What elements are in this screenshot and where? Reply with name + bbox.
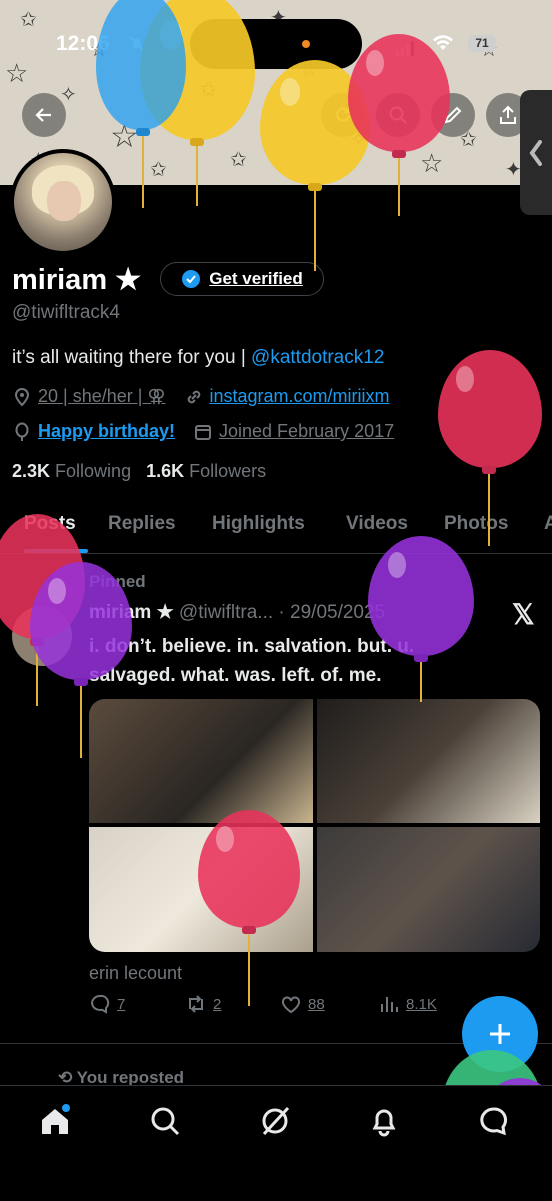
notifications-icon (372, 1109, 396, 1137)
balloon-icon (15, 422, 29, 441)
views-icon (381, 997, 398, 1012)
grok-icon (262, 1106, 290, 1136)
following-count: 2.3K (12, 461, 51, 481)
follow-stats: 2.3K Following 1.6K Followers (12, 461, 266, 482)
balloon-red-1 (346, 34, 456, 216)
nav-grok[interactable] (258, 1104, 292, 1138)
balloon-red-4 (196, 810, 306, 1010)
bio-text: it’s all waiting there for you | (12, 347, 252, 368)
post-handle-date: @tiwifltra... · 29/05/2025 (178, 602, 386, 623)
plus-icon (490, 1024, 510, 1044)
post-media-credit: erin lecount (89, 963, 183, 983)
profile-name: miriam ★ (12, 264, 142, 296)
post-media-grid[interactable] (89, 699, 540, 952)
tab-replies[interactable]: Replies (108, 513, 176, 535)
reply-icon (91, 994, 110, 1014)
birthday-link[interactable]: Happy birthday! (38, 421, 175, 442)
balloon-purple-2 (366, 536, 478, 706)
nav-notifications[interactable] (367, 1104, 401, 1138)
bottom-navigation (0, 1085, 552, 1201)
back-button[interactable] (22, 93, 66, 137)
tab-videos[interactable]: Videos (346, 513, 408, 535)
reply-button[interactable]: 7 (89, 993, 125, 1015)
tab-highlights[interactable]: Highlights (212, 513, 305, 535)
balloon-red-2 (436, 350, 546, 550)
x-logo-icon: 𝕏 (512, 599, 535, 630)
media-photo-2[interactable] (317, 699, 540, 823)
battery-indicator: 71 (468, 35, 496, 52)
calendar-icon (195, 424, 212, 440)
profile-handle: @tiwifltrack4 (12, 302, 120, 323)
explore-icon (151, 1107, 180, 1136)
profile-website-link[interactable]: instagram.com/miriixm (210, 386, 390, 407)
messages-icon (480, 1107, 508, 1136)
balloon-green-1 (440, 1050, 552, 1090)
profile-bio: it’s all waiting there for you | @kattdo… (12, 347, 384, 369)
media-photo-4[interactable] (317, 827, 540, 952)
home-icon (42, 1104, 70, 1134)
bio-mention-link[interactable]: @kattdotrack12 (251, 347, 384, 368)
profile-meta-row-1: 20 | she/her | ⚢ instagram.com/miriixm (12, 386, 390, 407)
share-icon (500, 105, 516, 124)
profile-location: 20 | she/her | ⚢ (38, 386, 166, 406)
like-count: 88 (308, 995, 325, 1013)
nav-messages[interactable] (477, 1104, 511, 1138)
location-pin-icon (14, 387, 30, 406)
link-icon (187, 390, 200, 403)
following-label: Following (55, 461, 132, 481)
chevron-left-icon (529, 139, 542, 166)
profile-joined-date: Joined February 2017 (219, 421, 395, 441)
following-stat[interactable]: 2.3K Following (12, 461, 131, 481)
followers-stat[interactable]: 1.6K Followers (146, 461, 266, 481)
reply-count: 7 (117, 995, 126, 1013)
views-count: 8.1K (406, 995, 437, 1013)
back-arrow-icon (35, 108, 51, 122)
profile-meta-row-2: Happy birthday! Joined February 2017 (12, 421, 394, 442)
followers-count: 1.6K (146, 461, 185, 481)
side-panel-handle[interactable] (520, 90, 552, 215)
verified-badge-icon (182, 270, 201, 288)
views-button[interactable]: 8.1K (378, 993, 437, 1015)
followers-label: Followers (189, 461, 267, 481)
nav-explore[interactable] (148, 1104, 182, 1138)
balloon-purple-1 (28, 562, 138, 762)
balloon-blue-1 (96, 0, 196, 210)
nav-home[interactable] (38, 1104, 72, 1138)
